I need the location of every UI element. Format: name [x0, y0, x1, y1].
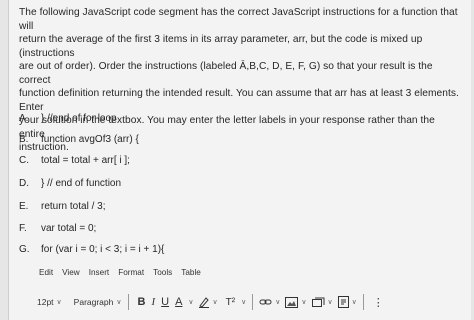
chevron-down-icon: ∨: [351, 299, 357, 306]
menu-format[interactable]: Format: [118, 268, 144, 277]
option-a: A. } //end of for loop: [19, 112, 117, 125]
question-panel: The following JavaScript code segment ha…: [8, 0, 471, 320]
option-d: D. } // end of function: [19, 177, 121, 190]
block-format-value: Paragraph: [73, 297, 114, 307]
media-button[interactable]: ∨: [311, 297, 333, 308]
text-color-icon: A: [175, 296, 183, 308]
option-e: E. return total / 3;: [19, 200, 105, 213]
chevron-down-icon: ∨: [188, 299, 194, 306]
editor-toolbar: 12pt ∨ Paragraph ∨ B I U A ∨ ∨ T² ∨ ∨ ∨ …: [9, 291, 471, 313]
toolbar-divider: [252, 294, 254, 310]
document-button[interactable]: ∨: [337, 296, 357, 308]
option-code: total = total + arr[ i ];: [41, 155, 130, 166]
option-b: B. function avgOf3 (arr) {: [19, 133, 139, 146]
toolbar-divider: [127, 294, 129, 310]
question-line: are out of order). Order the instruction…: [19, 61, 433, 86]
highlighter-icon: [198, 297, 209, 308]
option-c: C. total = total + arr[ i ];: [19, 154, 130, 167]
image-button[interactable]: ∨: [285, 296, 307, 308]
editor-menubar: Edit View Insert Format Tools Table: [39, 268, 201, 277]
menu-insert[interactable]: Insert: [89, 268, 109, 277]
menu-tools[interactable]: Tools: [153, 268, 172, 277]
italic-button[interactable]: I: [148, 294, 158, 310]
toolbar-divider: [362, 294, 364, 310]
chevron-down-icon: ∨: [301, 299, 307, 306]
option-letter: C.: [19, 155, 29, 166]
link-icon: [259, 299, 272, 305]
menu-edit[interactable]: Edit: [39, 268, 53, 277]
chevron-down-icon: ∨: [275, 299, 281, 306]
option-f: F. var total = 0;: [19, 222, 96, 235]
option-letter: G.: [19, 244, 30, 255]
text-color-button[interactable]: A ∨: [172, 294, 193, 310]
more-vertical-icon[interactable]: ⋮: [370, 294, 387, 310]
underline-button[interactable]: U: [158, 294, 172, 310]
chevron-down-icon: ∨: [241, 299, 247, 306]
highlight-color-button[interactable]: ∨: [198, 296, 218, 308]
option-code: } // end of function: [41, 178, 122, 189]
option-letter: A.: [19, 113, 29, 124]
superscript-icon: T²: [225, 296, 236, 308]
link-button[interactable]: ∨: [259, 297, 280, 307]
bold-button[interactable]: B: [135, 294, 149, 310]
media-icon: [311, 297, 324, 307]
chevron-down-icon: ∨: [116, 299, 122, 306]
document-icon: [337, 296, 349, 308]
option-g: G. for (var i = 0; i < 3; i = i + 1){: [19, 243, 164, 256]
option-letter: F.: [19, 223, 27, 234]
menu-view[interactable]: View: [62, 268, 80, 277]
font-size-select[interactable]: 12pt ∨: [37, 297, 62, 307]
image-icon: [285, 296, 299, 308]
font-size-value: 12pt: [37, 297, 54, 307]
option-letter: B.: [19, 134, 29, 145]
chevron-down-icon: ∨: [56, 299, 62, 306]
question-line: The following JavaScript code segment ha…: [19, 7, 458, 32]
option-code: for (var i = 0; i < 3; i = i + 1){: [41, 244, 165, 255]
superscript-button[interactable]: T² ∨: [223, 294, 247, 310]
option-code: } //end of for loop: [41, 113, 117, 124]
option-code: var total = 0;: [41, 223, 97, 234]
question-line: return the average of the first 3 items …: [19, 34, 423, 59]
block-format-select[interactable]: Paragraph ∨: [74, 297, 122, 307]
option-code: function avgOf3 (arr) {: [41, 134, 139, 145]
option-code: return total / 3;: [41, 201, 106, 212]
option-letter: E.: [19, 201, 29, 212]
chevron-down-icon: ∨: [212, 299, 218, 306]
menu-table[interactable]: Table: [181, 268, 201, 277]
chevron-down-icon: ∨: [327, 299, 333, 306]
question-line: function definition returning the intend…: [19, 88, 459, 113]
option-letter: D.: [19, 178, 29, 189]
